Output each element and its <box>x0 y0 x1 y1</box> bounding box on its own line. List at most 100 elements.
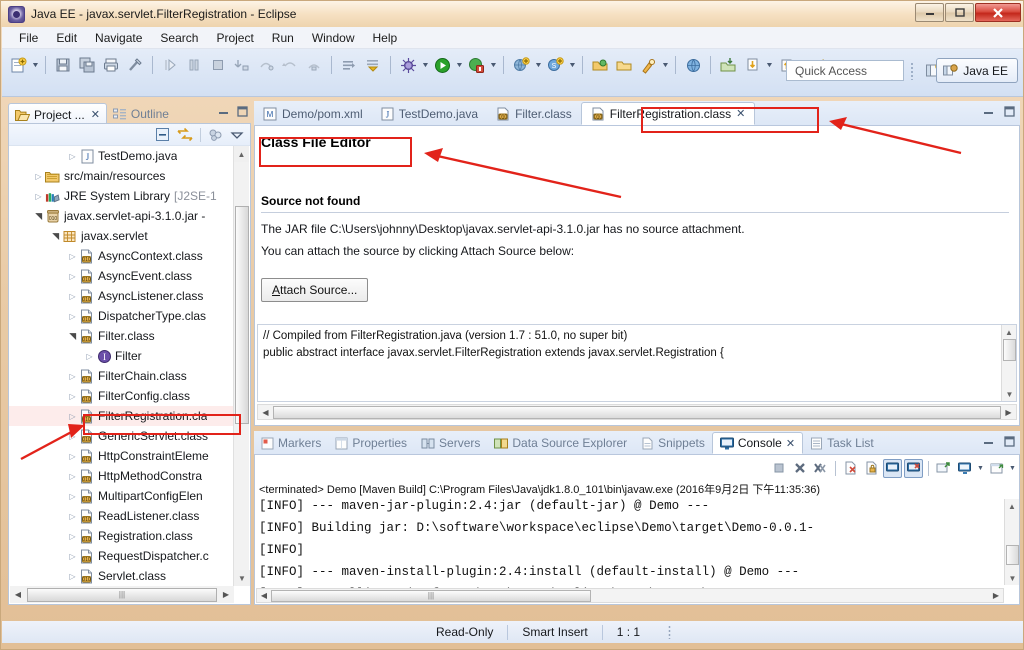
menu-navigate[interactable]: Navigate <box>86 29 151 47</box>
import-icon[interactable] <box>717 54 739 76</box>
open-type-icon[interactable] <box>589 54 611 76</box>
project-tree-hscrollbar[interactable]: ◀ ||| ▶ <box>10 586 234 603</box>
tree-item[interactable]: ▷ JRE System Library [J2SE-1 <box>9 186 235 206</box>
close-console-on-exit-icon[interactable] <box>904 458 923 478</box>
minimize-editor-icon[interactable] <box>982 105 995 118</box>
scroll-down-icon[interactable]: ▼ <box>234 570 250 586</box>
menu-edit[interactable]: Edit <box>47 29 86 47</box>
new-sql-dropdown-icon[interactable] <box>567 54 577 76</box>
expand-arrow-collapsed-icon[interactable]: ▷ <box>66 552 79 561</box>
tree-item[interactable]: ◢ 010 Filter.class <box>9 326 235 346</box>
print-icon[interactable] <box>100 54 122 76</box>
expand-arrow-collapsed-icon[interactable]: ▷ <box>66 152 79 161</box>
new-wizard-dropdown-icon[interactable] <box>30 54 40 76</box>
scroll-thumb[interactable] <box>1006 545 1019 565</box>
new-wizard-icon[interactable] <box>7 54 29 76</box>
tab-markers[interactable]: Markers <box>254 432 328 454</box>
expand-arrow-collapsed-icon[interactable]: ▷ <box>32 192 45 201</box>
quick-access-input[interactable]: Quick Access <box>786 60 904 81</box>
terminate-console-icon[interactable] <box>769 459 788 478</box>
expand-arrow-collapsed-icon[interactable]: ▷ <box>66 292 79 301</box>
scroll-up-icon[interactable]: ▲ <box>1002 325 1016 339</box>
quick-fix-icon[interactable] <box>124 54 146 76</box>
debug-resume-icon[interactable] <box>159 54 181 76</box>
tree-item[interactable]: ▷ J TestDemo.java <box>9 146 235 166</box>
tab-data-source-explorer[interactable]: Data Source Explorer <box>487 432 634 454</box>
expand-arrow-open-icon[interactable]: ◢ <box>33 210 44 223</box>
close-icon[interactable]: ✕ <box>91 108 100 121</box>
tree-item[interactable]: ◢ 010 javax.servlet-api-3.1.0.jar - <box>9 206 235 226</box>
menu-search[interactable]: Search <box>151 29 207 47</box>
clear-console-icon[interactable] <box>841 459 860 478</box>
export-icon[interactable] <box>741 54 763 76</box>
step-over-icon[interactable] <box>255 54 277 76</box>
scroll-thumb[interactable] <box>1003 339 1016 361</box>
new-server-icon[interactable] <box>510 54 532 76</box>
tree-item[interactable]: ▷ 010 GenericServlet.class <box>9 426 235 446</box>
expand-arrow-collapsed-icon[interactable]: ▷ <box>66 392 79 401</box>
view-menu-filters-icon[interactable] <box>208 128 223 142</box>
menu-run[interactable]: Run <box>263 29 303 47</box>
next-annotation-icon[interactable] <box>362 54 384 76</box>
tree-item[interactable]: ▷ 010 DispatcherType.clas <box>9 306 235 326</box>
lock-scroll-icon[interactable] <box>862 459 881 478</box>
disassembly-viewer[interactable]: // Compiled from FilterRegistration.java… <box>257 324 1017 402</box>
menu-help[interactable]: Help <box>364 29 407 47</box>
show-console-on-output-icon[interactable] <box>883 458 902 478</box>
scroll-up-icon[interactable]: ▲ <box>234 146 249 162</box>
tab-snippets[interactable]: Snippets <box>634 432 712 454</box>
expand-arrow-collapsed-icon[interactable]: ▷ <box>66 472 79 481</box>
tree-item[interactable]: ▷ 010 FilterRegistration.cla <box>9 406 235 426</box>
console-hscrollbar[interactable]: ◀ ||| ▶ <box>256 588 1004 603</box>
link-with-editor-icon[interactable] <box>177 127 193 142</box>
external-tools-dropdown-icon[interactable] <box>488 54 498 76</box>
expand-arrow-collapsed-icon[interactable]: ▷ <box>66 572 79 581</box>
search-dropdown-icon[interactable] <box>660 54 670 76</box>
tree-item[interactable]: ▷ src/main/resources <box>9 166 235 186</box>
code-hscrollbar[interactable]: ◀ ▶ <box>257 404 1017 420</box>
tree-item[interactable]: ▷ I Filter <box>9 346 235 366</box>
attach-source-button[interactable]: Attach Source... <box>261 278 369 302</box>
expand-arrow-collapsed-icon[interactable]: ▷ <box>66 512 79 521</box>
maximize-console-icon[interactable] <box>1003 435 1016 448</box>
pin-console-icon[interactable] <box>934 459 953 478</box>
editor-tab-filterregistration-class[interactable]: 010 FilterRegistration.class ✕ <box>580 102 756 125</box>
scroll-thumb[interactable] <box>235 206 249 424</box>
step-return-icon[interactable] <box>279 54 301 76</box>
tree-item[interactable]: ◢ javax.servlet <box>9 226 235 246</box>
scroll-right-icon[interactable]: ▶ <box>1001 408 1016 417</box>
maximize-button[interactable] <box>945 3 974 22</box>
close-button[interactable] <box>975 3 1021 22</box>
menu-file[interactable]: File <box>10 29 47 47</box>
export-dropdown-icon[interactable] <box>764 54 774 76</box>
new-server-dropdown-icon[interactable] <box>533 54 543 76</box>
expand-arrow-collapsed-icon[interactable]: ▷ <box>66 492 79 501</box>
expand-arrow-open-icon[interactable]: ◢ <box>50 230 61 243</box>
scroll-thumb[interactable]: ||| <box>271 589 591 602</box>
remove-all-launches-icon[interactable] <box>811 459 830 478</box>
scroll-down-icon[interactable]: ▼ <box>1005 571 1019 585</box>
view-menu-icon[interactable] <box>230 129 244 141</box>
run-dropdown-icon[interactable] <box>454 54 464 76</box>
scroll-thumb[interactable]: ||| <box>27 587 217 602</box>
status-resize-handle[interactable] <box>668 625 672 639</box>
expand-arrow-collapsed-icon[interactable]: ▷ <box>66 372 79 381</box>
open-resource-icon[interactable] <box>613 54 635 76</box>
open-console-icon[interactable] <box>987 459 1006 478</box>
menu-window[interactable]: Window <box>303 29 364 47</box>
debug-icon[interactable] <box>397 54 419 76</box>
step-into-icon[interactable] <box>231 54 253 76</box>
tree-item[interactable]: ▷ 010 ReadListener.class <box>9 506 235 526</box>
tree-item[interactable]: ▷ 010 Registration.class <box>9 526 235 546</box>
display-selected-console-icon[interactable] <box>955 459 974 478</box>
external-tools-icon[interactable] <box>465 54 487 76</box>
scroll-thumb[interactable] <box>273 405 1001 419</box>
scroll-left-icon[interactable]: ◀ <box>257 591 271 600</box>
expand-arrow-collapsed-icon[interactable]: ▷ <box>66 252 79 261</box>
tree-item[interactable]: ▷ 010 AsyncListener.class <box>9 286 235 306</box>
close-icon[interactable]: ✕ <box>786 437 795 450</box>
new-sql-icon[interactable]: S <box>544 54 566 76</box>
minimize-console-icon[interactable] <box>982 435 995 448</box>
scroll-left-icon[interactable]: ◀ <box>258 408 273 417</box>
scroll-down-icon[interactable]: ▼ <box>1002 387 1017 401</box>
